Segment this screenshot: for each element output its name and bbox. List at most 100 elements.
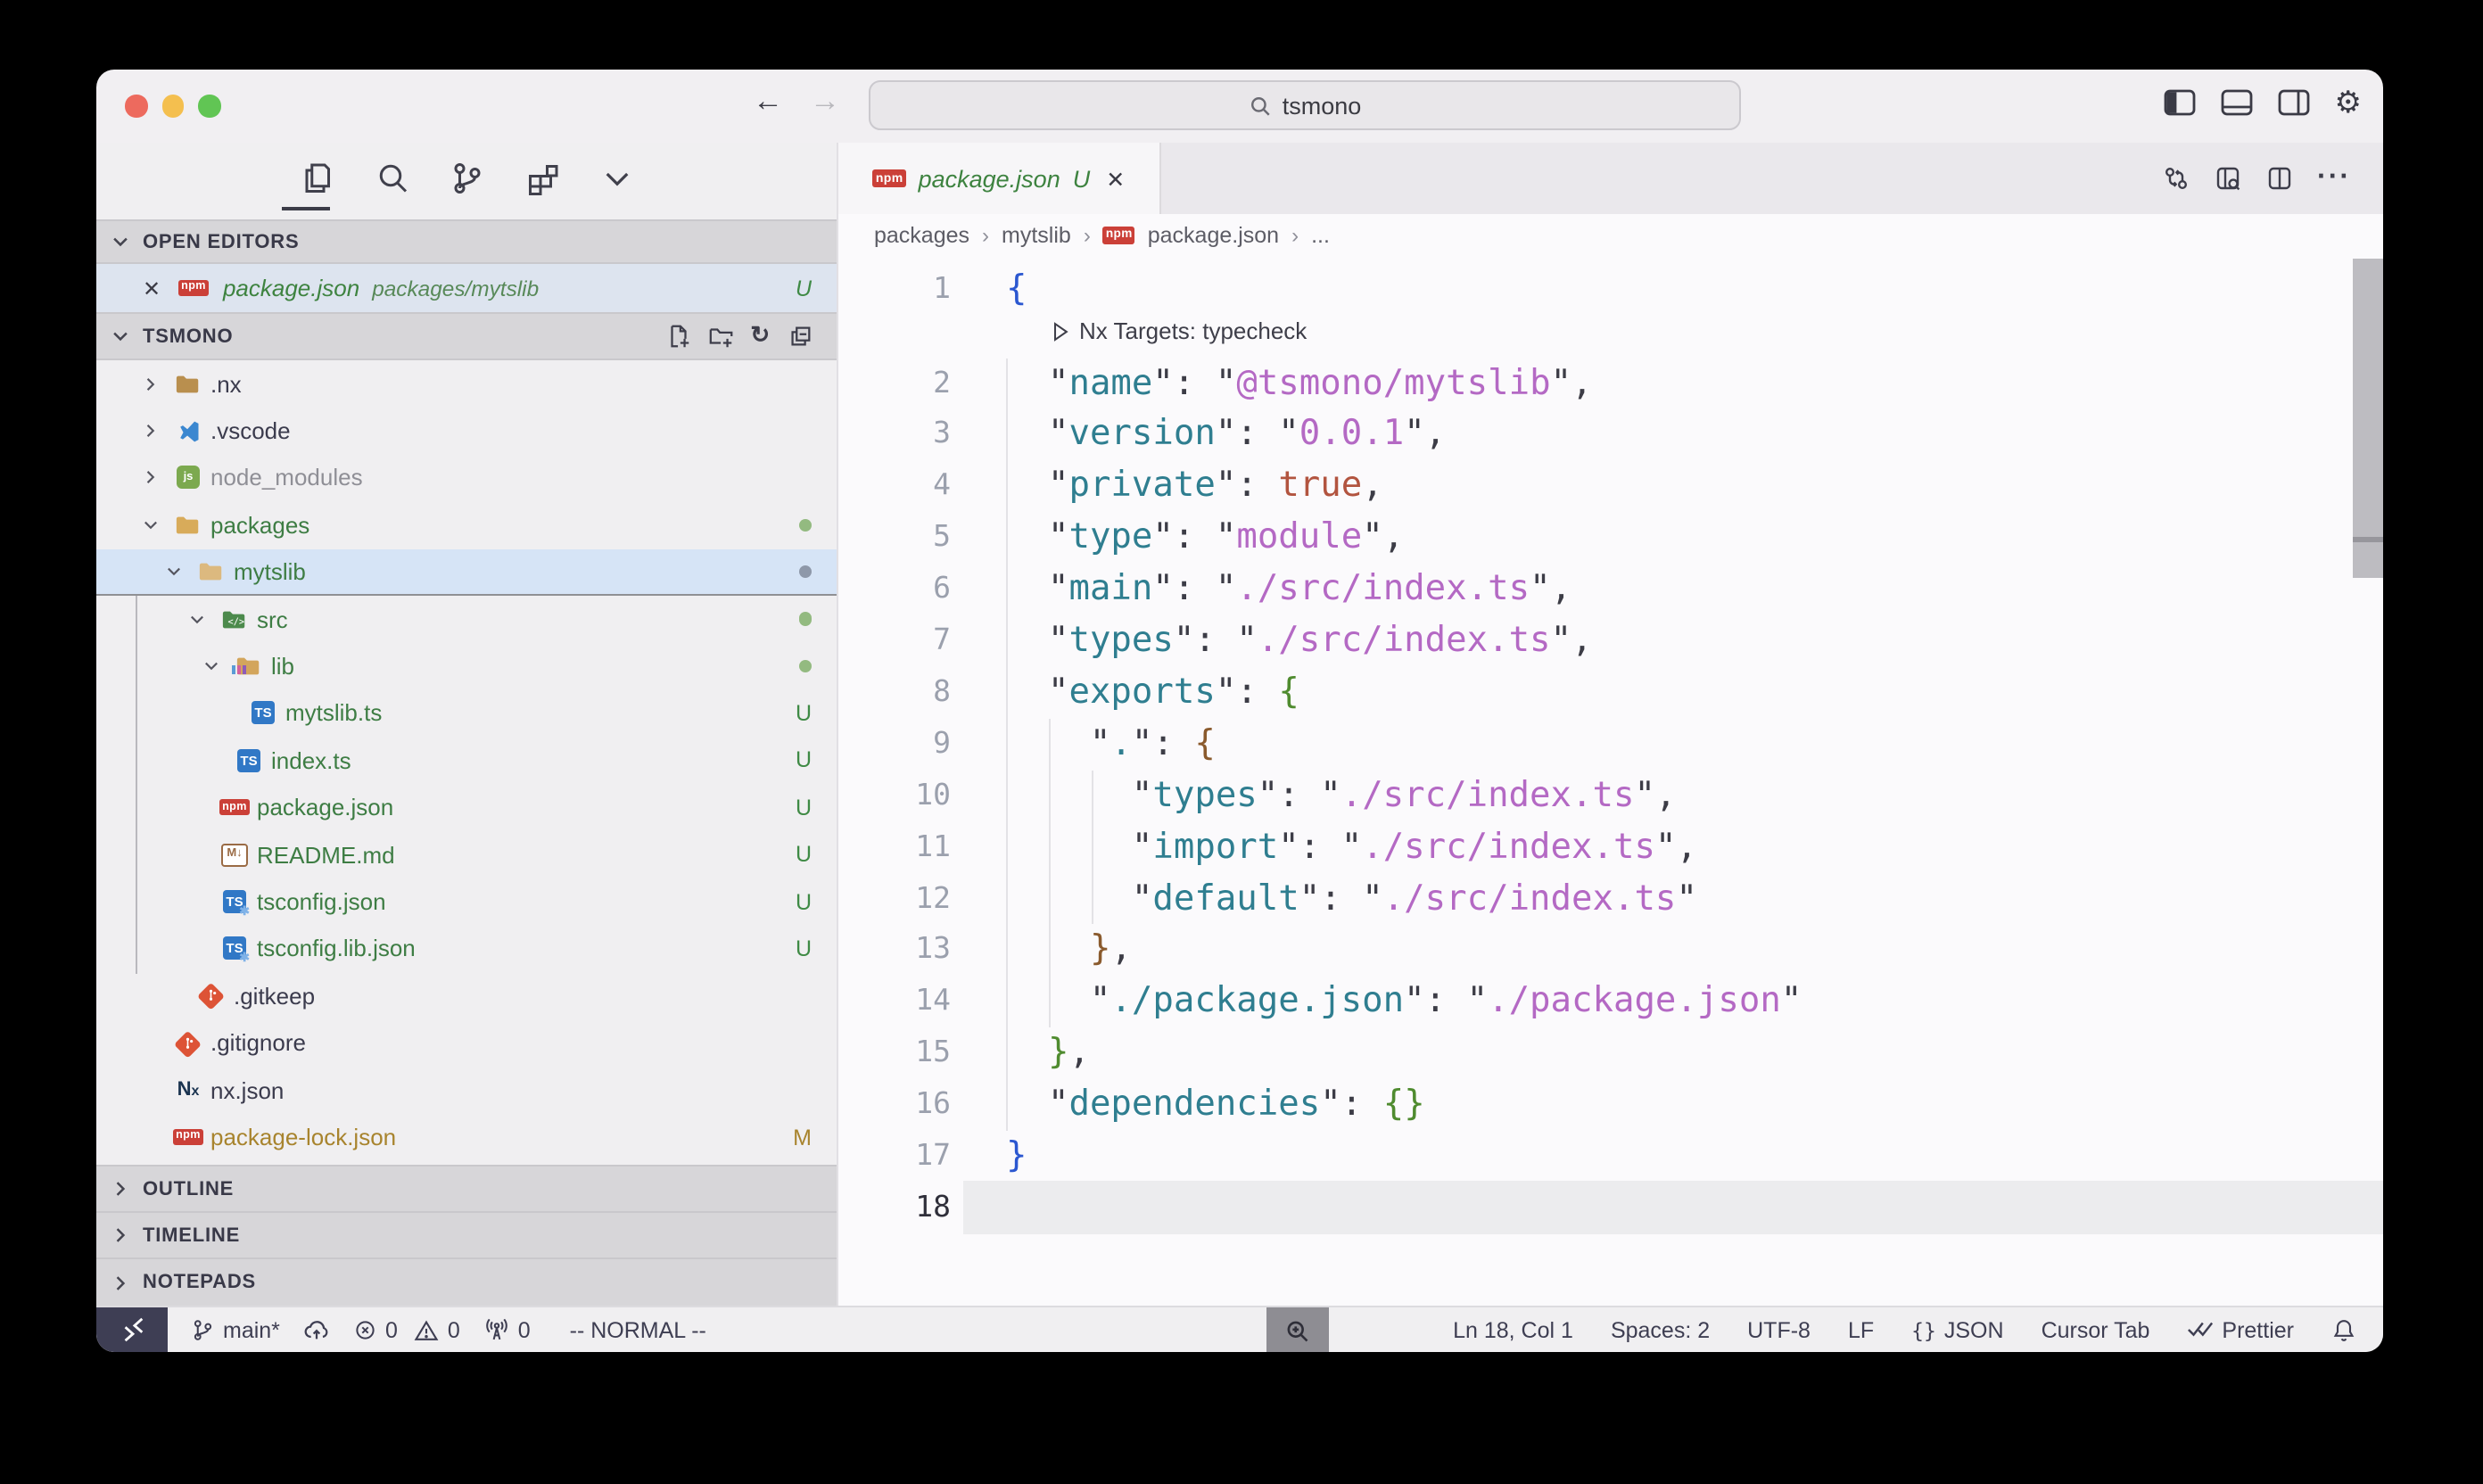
tree-item--vscode[interactable]: .vscode: [96, 408, 837, 455]
tree-item-node-modules[interactable]: jsnode_modules: [96, 455, 837, 502]
bell-icon[interactable]: [2331, 1317, 2356, 1342]
line-number: 10: [838, 770, 951, 821]
tree-item-index-ts[interactable]: TSindex.tsU: [96, 737, 837, 784]
tree-item-tsconfig-json[interactable]: TStsconfig.jsonU: [96, 878, 837, 926]
source-control-icon[interactable]: [449, 161, 484, 196]
open-editor-file: package.json: [223, 275, 359, 301]
breadcrumb-item[interactable]: package.json: [1148, 223, 1279, 248]
indentation[interactable]: Spaces: 2: [1611, 1317, 1710, 1342]
tree-item-src[interactable]: </>src: [96, 596, 837, 643]
remote-indicator[interactable]: [96, 1307, 168, 1352]
tree-item-nx-json[interactable]: Nxnx.json: [96, 1067, 837, 1114]
cursor-position[interactable]: Ln 18, Col 1: [1453, 1317, 1573, 1342]
screen-zoom-indicator[interactable]: [1266, 1307, 1329, 1352]
search-view-icon[interactable]: [374, 161, 409, 196]
line-number: 6: [838, 564, 951, 615]
code-line-17: }: [1006, 1131, 1027, 1183]
explorer-icon[interactable]: [299, 161, 334, 196]
back-icon[interactable]: ←: [753, 84, 783, 120]
tree-item--gitkeep[interactable]: .gitkeep: [96, 972, 837, 1019]
chevron-right-icon: [111, 1225, 130, 1245]
codelens-label: Nx Targets: typecheck: [1079, 317, 1307, 344]
cursor-tab[interactable]: Cursor Tab: [2042, 1317, 2150, 1342]
breadcrumb-item[interactable]: mytslib: [1002, 223, 1071, 248]
chevron-down-icon: [164, 562, 184, 581]
tree-item-lib[interactable]: lib: [96, 643, 837, 690]
code-area[interactable]: 1{2 "name": "@tsmono/mytslib",3 "version…: [838, 257, 2383, 1306]
scrollbar-thumb[interactable]: [2353, 259, 2383, 578]
problems-status[interactable]: 0 0: [353, 1317, 460, 1342]
open-editor-item[interactable]: ✕ npm package.json packages/mytslib U: [96, 264, 837, 312]
new-folder-icon[interactable]: [707, 323, 734, 350]
zoom-window-button[interactable]: [198, 95, 220, 117]
tree-item--nx[interactable]: .nx: [96, 360, 837, 408]
collapse-all-icon[interactable]: [787, 323, 813, 350]
ports-status[interactable]: 0: [483, 1316, 531, 1343]
code-line-16: "dependencies": {}: [1006, 1079, 1425, 1131]
publish-status[interactable]: [303, 1316, 330, 1343]
tree-item--gitignore[interactable]: .gitignore: [96, 1019, 837, 1067]
command-search-input[interactable]: tsmono: [869, 80, 1741, 130]
new-file-icon[interactable]: [664, 323, 691, 350]
tree-item-package-json[interactable]: npmpackage.jsonU: [96, 784, 837, 831]
workspace-header[interactable]: TSMONO ↻: [96, 312, 837, 360]
close-window-button[interactable]: [125, 95, 147, 117]
source-control-graph-icon[interactable]: [2162, 164, 2190, 193]
breadcrumb-item[interactable]: packages: [874, 223, 969, 248]
code-line-12: "default": "./src/index.ts": [1006, 873, 1697, 925]
extensions-icon[interactable]: [524, 161, 559, 196]
eol[interactable]: LF: [1848, 1317, 1874, 1342]
tree-item-tsconfig-lib-json[interactable]: TStsconfig.lib.jsonU: [96, 926, 837, 973]
split-editor-icon[interactable]: [2265, 164, 2294, 193]
minimize-window-button[interactable]: [161, 95, 184, 117]
tree-item-packages[interactable]: packages: [96, 501, 837, 548]
node-icon: js: [175, 465, 202, 491]
language-mode[interactable]: {} JSON: [1911, 1317, 2003, 1342]
formatter-label: Prettier: [2222, 1317, 2294, 1342]
tab-package-json[interactable]: npm package.json U ✕: [838, 143, 1161, 214]
open-changes-icon[interactable]: [2214, 164, 2242, 193]
gear-icon[interactable]: ⚙: [2335, 87, 2363, 118]
tsc-icon: TS: [221, 936, 248, 962]
outline-header[interactable]: OUTLINE: [96, 1165, 837, 1211]
forward-icon[interactable]: →: [810, 84, 840, 120]
notepads-label: NOTEPADS: [143, 1272, 256, 1293]
chevron-right-icon: [141, 468, 161, 488]
tree-item-package-lock-json[interactable]: npmpackage-lock.jsonM: [96, 1114, 837, 1161]
close-tab-icon[interactable]: ✕: [1106, 165, 1125, 192]
more-actions-icon[interactable]: ···: [2317, 162, 2351, 194]
refresh-icon[interactable]: ↻: [750, 323, 771, 350]
encoding[interactable]: UTF-8: [1747, 1317, 1811, 1342]
tree-item-label: lib: [271, 653, 294, 680]
folder-status-dot: [798, 660, 812, 673]
close-icon[interactable]: ✕: [143, 276, 161, 301]
error-count: 0: [385, 1317, 398, 1342]
formatter-status[interactable]: Prettier: [2187, 1317, 2294, 1342]
breadcrumb-item[interactable]: ...: [1311, 223, 1330, 248]
toggle-sidebar-icon[interactable]: [2164, 89, 2196, 116]
tree-item-mytslib-ts[interactable]: TSmytslib.tsU: [96, 690, 837, 738]
tree-item-label: package.json: [257, 795, 393, 821]
npm-icon: npm: [1103, 227, 1135, 244]
timeline-header[interactable]: TIMELINE: [96, 1211, 837, 1257]
outline-label: OUTLINE: [143, 1178, 234, 1200]
open-editor-path: packages/mytslib: [372, 276, 539, 301]
codelens[interactable]: Nx Targets: typecheck: [1051, 317, 1307, 344]
chevron-right-icon: [111, 1273, 130, 1292]
chevron-right-icon: ›: [1291, 223, 1299, 248]
code-line-10: "types": "./src/index.ts",: [1006, 770, 1676, 821]
code-line-13: },: [1006, 925, 1132, 977]
line-number: 17: [838, 1131, 951, 1183]
toggle-secondary-sidebar-icon[interactable]: [2278, 89, 2310, 116]
scrollbar-marker: [2353, 537, 2383, 541]
open-editors-header[interactable]: OPEN EDITORS: [96, 219, 837, 264]
editor-area: npm package.json U ✕ ··· packages › mytsli…: [837, 143, 2383, 1306]
tree-item-mytslib[interactable]: mytslib: [96, 548, 837, 596]
notepads-header[interactable]: NOTEPADS: [96, 1257, 837, 1306]
chevron-down-icon[interactable]: [598, 161, 634, 196]
toggle-panel-icon[interactable]: [2221, 89, 2253, 116]
tree-item-label: packages: [210, 512, 309, 539]
tree-item-readme-md[interactable]: M↓README.mdU: [96, 831, 837, 878]
branch-status[interactable]: main*: [191, 1317, 280, 1342]
vim-mode[interactable]: -- NORMAL --: [570, 1317, 706, 1342]
